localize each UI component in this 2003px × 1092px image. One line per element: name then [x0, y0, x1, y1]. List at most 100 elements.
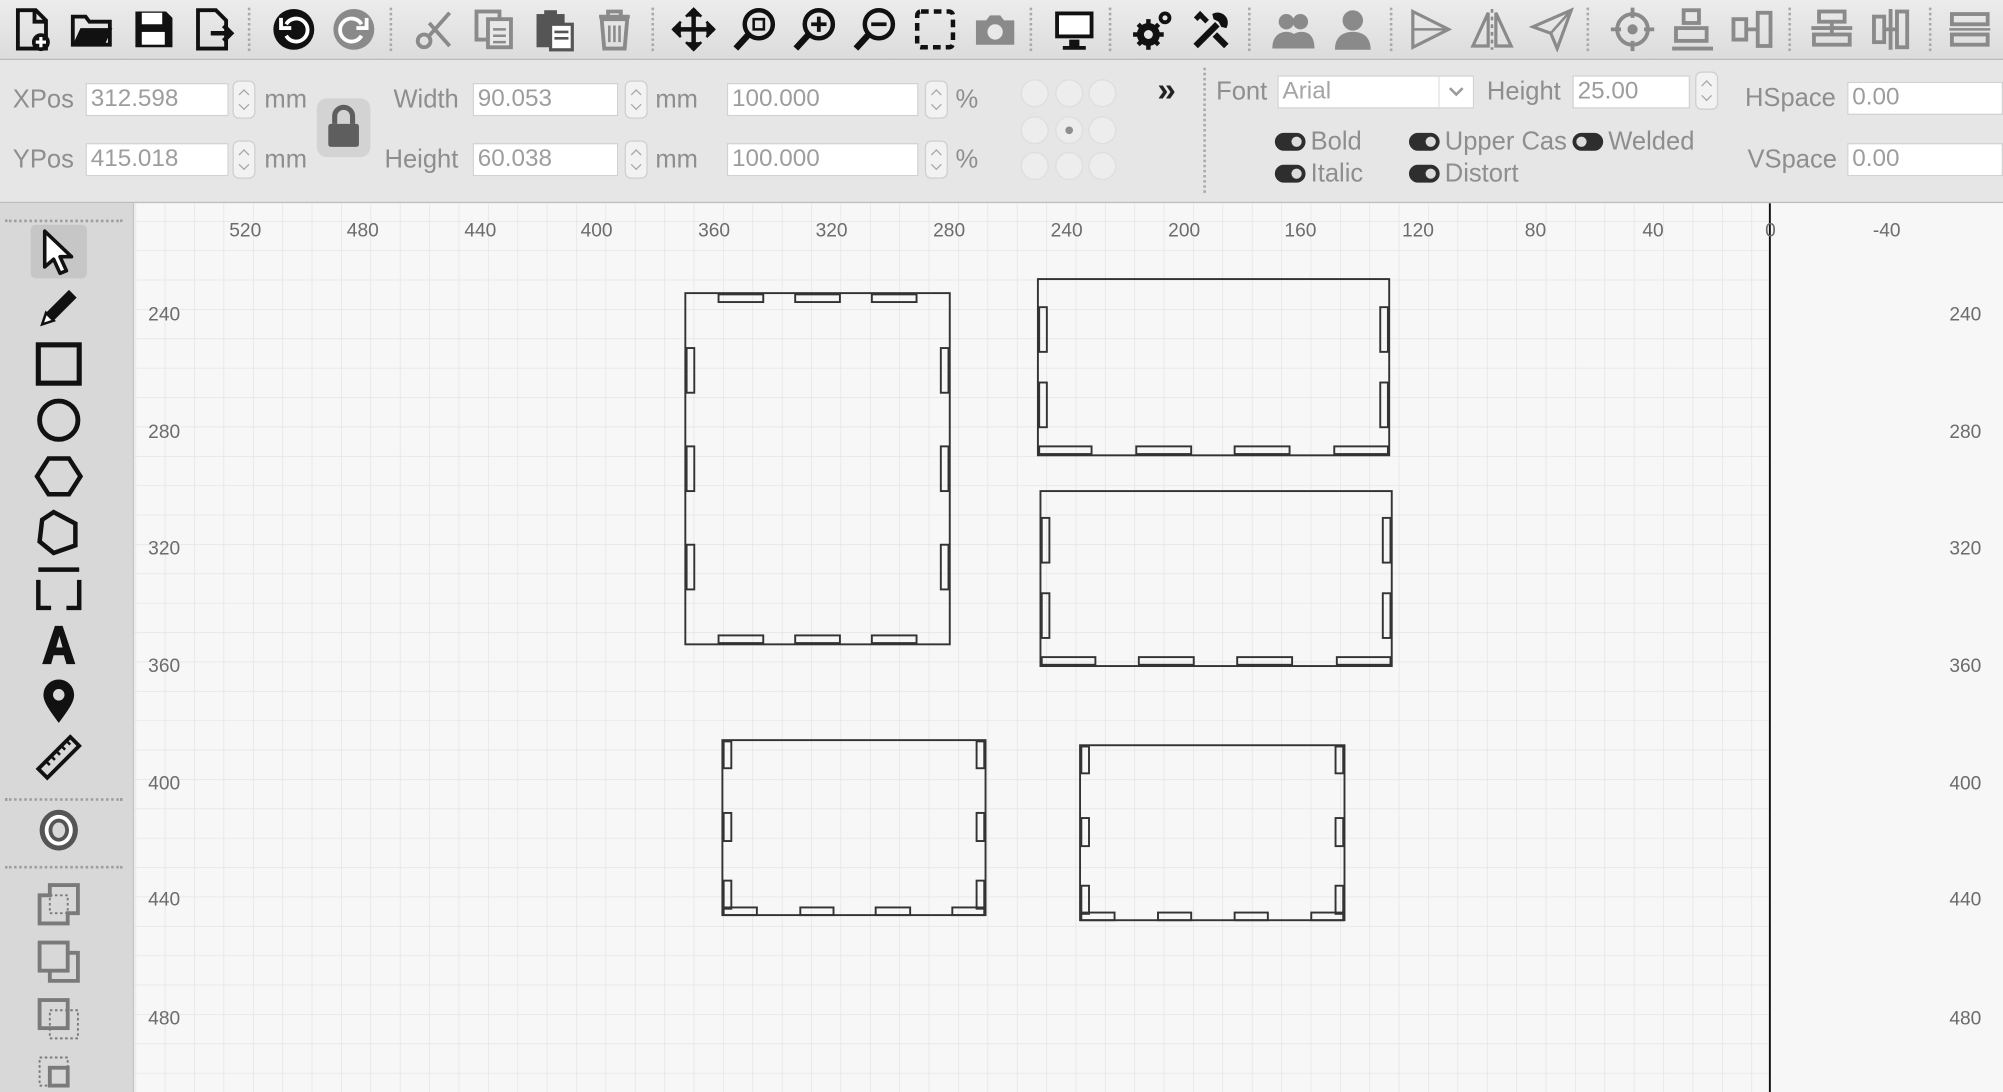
tools-icon[interactable] [1187, 4, 1238, 55]
save-icon[interactable] [128, 4, 179, 55]
camera-icon[interactable] [970, 4, 1021, 55]
open-folder-icon[interactable] [66, 4, 117, 55]
scale-y-stepper[interactable] [924, 140, 948, 179]
ruler-top-label: 80 [1524, 219, 1547, 242]
xpos-unit: mm [264, 85, 307, 114]
polygon-icon[interactable] [31, 450, 87, 504]
ruler-right-label: 360 [1949, 655, 1982, 677]
rectangle-icon[interactable] [31, 337, 87, 391]
scale-x-input[interactable]: 100.000 [726, 83, 919, 117]
flip-horizontal-icon[interactable] [1405, 4, 1456, 55]
boolean-intersect-icon[interactable] [31, 992, 87, 1046]
delete-icon[interactable] [589, 4, 640, 55]
align-center-icon[interactable] [1727, 4, 1778, 55]
bold-toggle[interactable] [1274, 132, 1306, 151]
chevron-down-icon[interactable] [1438, 76, 1472, 108]
position-marker-icon[interactable] [31, 674, 87, 728]
xpos-stepper[interactable] [232, 80, 256, 119]
anchor-bottom-right[interactable] [1088, 151, 1117, 181]
ruler-left-label: 320 [148, 537, 181, 560]
scale-x-stepper[interactable] [924, 80, 948, 119]
ypos-stepper[interactable] [232, 140, 256, 179]
ellipse-icon[interactable] [31, 393, 87, 447]
width-input[interactable]: 90.053 [472, 83, 619, 117]
pentagon-icon[interactable] [31, 506, 87, 560]
copy-icon[interactable] [469, 4, 520, 55]
anchor-bottom-center[interactable] [1055, 151, 1084, 181]
anchor-top-center[interactable] [1055, 79, 1084, 108]
bold-label: Bold [1310, 127, 1362, 156]
ruler-top-label: 360 [698, 219, 731, 242]
anchor-top-right[interactable] [1088, 79, 1117, 108]
xpos-input[interactable]: 312.598 [85, 83, 229, 117]
distribute-horizontal-icon[interactable] [1866, 4, 1917, 55]
anchor-center[interactable] [1055, 116, 1084, 145]
ruler-left-label: 360 [148, 655, 181, 677]
anchor-top-left[interactable] [1020, 79, 1049, 108]
upper-case-toggle[interactable] [1408, 132, 1440, 151]
move-icon[interactable] [668, 4, 719, 55]
ruler-top-label: 0 [1765, 219, 1776, 242]
pencil-icon[interactable] [31, 281, 87, 335]
distribute-vertical-icon[interactable] [1806, 4, 1857, 55]
anchor-middle-left[interactable] [1020, 116, 1049, 145]
cut-icon[interactable] [409, 4, 460, 55]
distort-label: Distort [1444, 159, 1519, 188]
boolean-xor-icon[interactable] [31, 1050, 87, 1092]
new-file-icon[interactable] [5, 4, 56, 55]
ypos-input[interactable]: 415.018 [85, 143, 229, 177]
height-stepper[interactable] [624, 140, 648, 179]
ruler-top-label: 120 [1401, 219, 1434, 242]
zoom-to-page-icon[interactable] [729, 4, 780, 55]
text-height-input[interactable]: 25.00 [1572, 75, 1691, 109]
offset-icon[interactable] [31, 803, 87, 857]
boolean-union-icon[interactable] [31, 877, 87, 931]
target-icon[interactable] [1607, 4, 1658, 55]
ruler-top-label: 400 [580, 219, 613, 242]
zoom-out-icon[interactable] [849, 4, 900, 55]
ruler-left-label: 480 [148, 1007, 181, 1030]
ruler-top-label: 280 [933, 219, 966, 242]
expand-more-icon[interactable]: » [1157, 70, 1175, 110]
distort-toggle[interactable] [1408, 164, 1440, 183]
italic-label: Italic [1310, 159, 1364, 188]
design-canvas[interactable]: 520 480 440 400 360 320 280 240 200 160 … [134, 203, 2003, 1092]
more-icon[interactable] [1944, 4, 1995, 55]
height-input[interactable]: 60.038 [472, 143, 619, 177]
width-stepper[interactable] [624, 80, 648, 119]
anchor-bottom-left[interactable] [1020, 151, 1049, 181]
hspace-input[interactable]: 0.00 [1847, 81, 2003, 115]
welded-label: Welded [1608, 127, 1695, 156]
mirror-icon[interactable] [1466, 4, 1517, 55]
ruler-top-label: -40 [1872, 219, 1901, 242]
anchor-middle-right[interactable] [1088, 116, 1117, 145]
ruler-top-label: 40 [1642, 219, 1664, 242]
scale-y-input[interactable]: 100.000 [726, 143, 919, 177]
select-frame-icon[interactable] [910, 4, 961, 55]
text-height-stepper[interactable] [1695, 71, 1719, 110]
align-bottom-icon[interactable] [1667, 4, 1718, 55]
settings-icon[interactable] [1127, 4, 1178, 55]
ruler-right-label: 320 [1949, 537, 1982, 560]
lock-aspect-button[interactable] [316, 98, 371, 158]
vspace-input[interactable]: 0.00 [1847, 143, 2003, 177]
paste-icon[interactable] [529, 4, 580, 55]
boolean-subtract-icon[interactable] [31, 935, 87, 989]
height-label: Height [384, 145, 459, 174]
width-unit: mm [655, 85, 698, 114]
italic-toggle[interactable] [1274, 164, 1306, 183]
undo-icon[interactable] [268, 4, 319, 55]
send-icon[interactable] [1527, 4, 1578, 55]
user-icon[interactable] [1327, 4, 1378, 55]
zoom-in-icon[interactable] [789, 4, 840, 55]
monitor-icon[interactable] [1049, 4, 1100, 55]
welded-toggle[interactable] [1572, 132, 1604, 151]
text-icon[interactable] [31, 618, 87, 672]
export-icon[interactable] [188, 4, 239, 55]
scale-x-unit: % [955, 85, 979, 114]
frame-corners-icon[interactable] [31, 562, 87, 616]
users-icon[interactable] [1267, 4, 1318, 55]
select-arrow-icon[interactable] [30, 224, 87, 279]
redo-icon[interactable] [328, 4, 379, 55]
ruler-icon[interactable] [31, 731, 87, 785]
